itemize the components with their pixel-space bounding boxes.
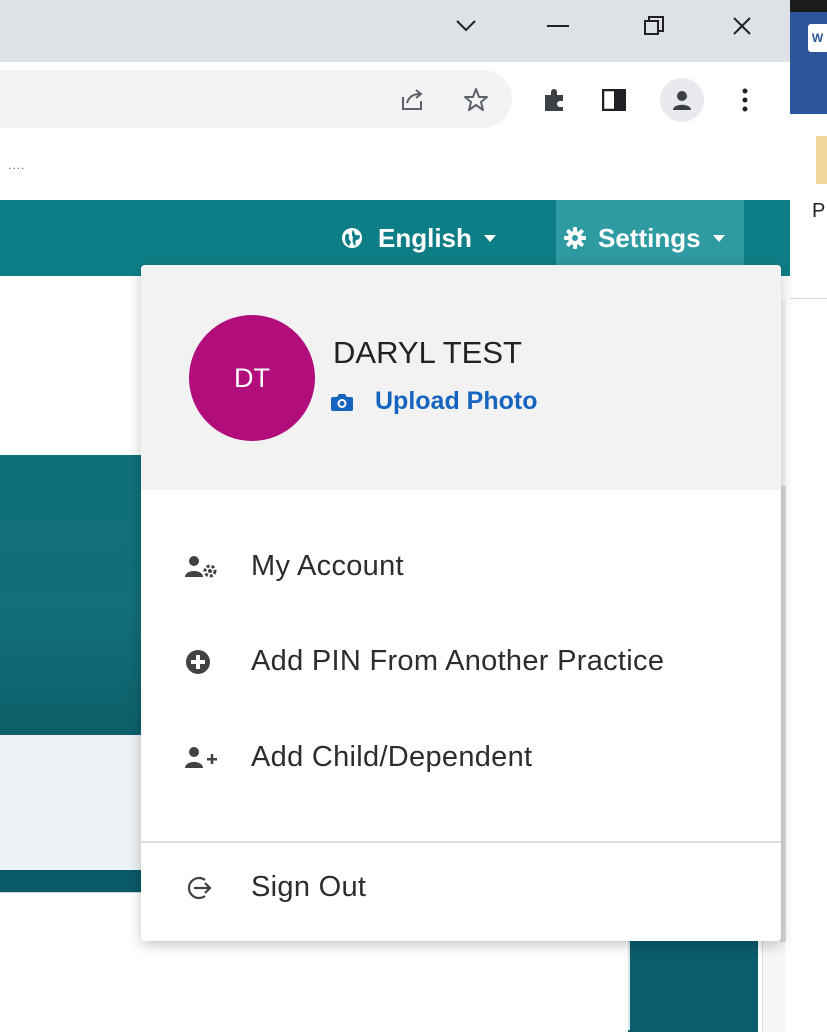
globe-icon bbox=[340, 226, 364, 250]
side-card bbox=[628, 940, 758, 1032]
tab-search-chevron-icon[interactable] bbox=[448, 10, 484, 42]
menu-item-add-child[interactable]: Add Child/Dependent bbox=[185, 741, 532, 774]
restore-icon[interactable] bbox=[636, 10, 672, 42]
language-label: English bbox=[378, 222, 472, 253]
close-icon[interactable] bbox=[724, 10, 760, 42]
browser-menu-icon[interactable] bbox=[730, 82, 760, 118]
bookmarks-overflow[interactable]: .... bbox=[8, 158, 25, 172]
browser-titlebar bbox=[0, 0, 790, 62]
menu-item-label: Add Child/Dependent bbox=[251, 741, 533, 773]
sign-out-icon bbox=[185, 872, 225, 904]
plus-circle-icon bbox=[185, 646, 225, 678]
settings-label: Settings bbox=[598, 222, 701, 253]
upload-photo-label: Upload Photo bbox=[375, 387, 538, 415]
extensions-puzzle-icon[interactable] bbox=[534, 82, 574, 118]
profile-avatar-icon[interactable] bbox=[660, 78, 704, 122]
content-panel bbox=[0, 892, 145, 1033]
bookmark-star-icon[interactable] bbox=[456, 82, 496, 118]
share-icon[interactable] bbox=[392, 82, 432, 118]
address-bar[interactable] bbox=[0, 70, 512, 128]
hero-banner bbox=[0, 455, 145, 735]
section-header bbox=[0, 870, 145, 892]
side-window-text: P bbox=[812, 200, 826, 222]
avatar: DT bbox=[189, 315, 315, 441]
upload-photo-link[interactable]: Upload Photo bbox=[331, 387, 537, 416]
side-panel-icon[interactable] bbox=[594, 82, 634, 118]
user-gear-icon bbox=[185, 551, 225, 583]
menu-divider bbox=[141, 841, 781, 843]
browser-toolbar bbox=[0, 62, 790, 138]
side-window-folder bbox=[816, 136, 827, 184]
minimize-icon[interactable] bbox=[540, 10, 576, 42]
sign-out-button[interactable]: Sign Out bbox=[185, 871, 366, 904]
settings-menu: DT DARYL TEST Upload Photo My Account Ad… bbox=[141, 265, 781, 941]
bookmarks-bar: .... bbox=[0, 138, 790, 201]
profile-header: DT DARYL TEST Upload Photo bbox=[141, 265, 781, 490]
chevron-down-icon bbox=[483, 234, 496, 242]
menu-item-my-account[interactable]: My Account bbox=[185, 550, 404, 583]
menu-item-add-pin[interactable]: Add PIN From Another Practice bbox=[185, 645, 664, 678]
gear-icon bbox=[564, 227, 586, 249]
content-band bbox=[0, 735, 145, 875]
sign-out-label: Sign Out bbox=[251, 871, 367, 903]
user-plus-icon bbox=[185, 742, 225, 774]
chevron-down-icon bbox=[712, 234, 725, 242]
side-window-frame bbox=[790, 0, 827, 12]
side-window-divider bbox=[790, 298, 827, 299]
word-app-icon: W bbox=[808, 24, 827, 52]
menu-item-label: Add PIN From Another Practice bbox=[251, 645, 665, 677]
menu-item-label: My Account bbox=[251, 550, 404, 582]
camera-icon bbox=[331, 393, 353, 411]
user-name: DARYL TEST bbox=[333, 335, 522, 370]
